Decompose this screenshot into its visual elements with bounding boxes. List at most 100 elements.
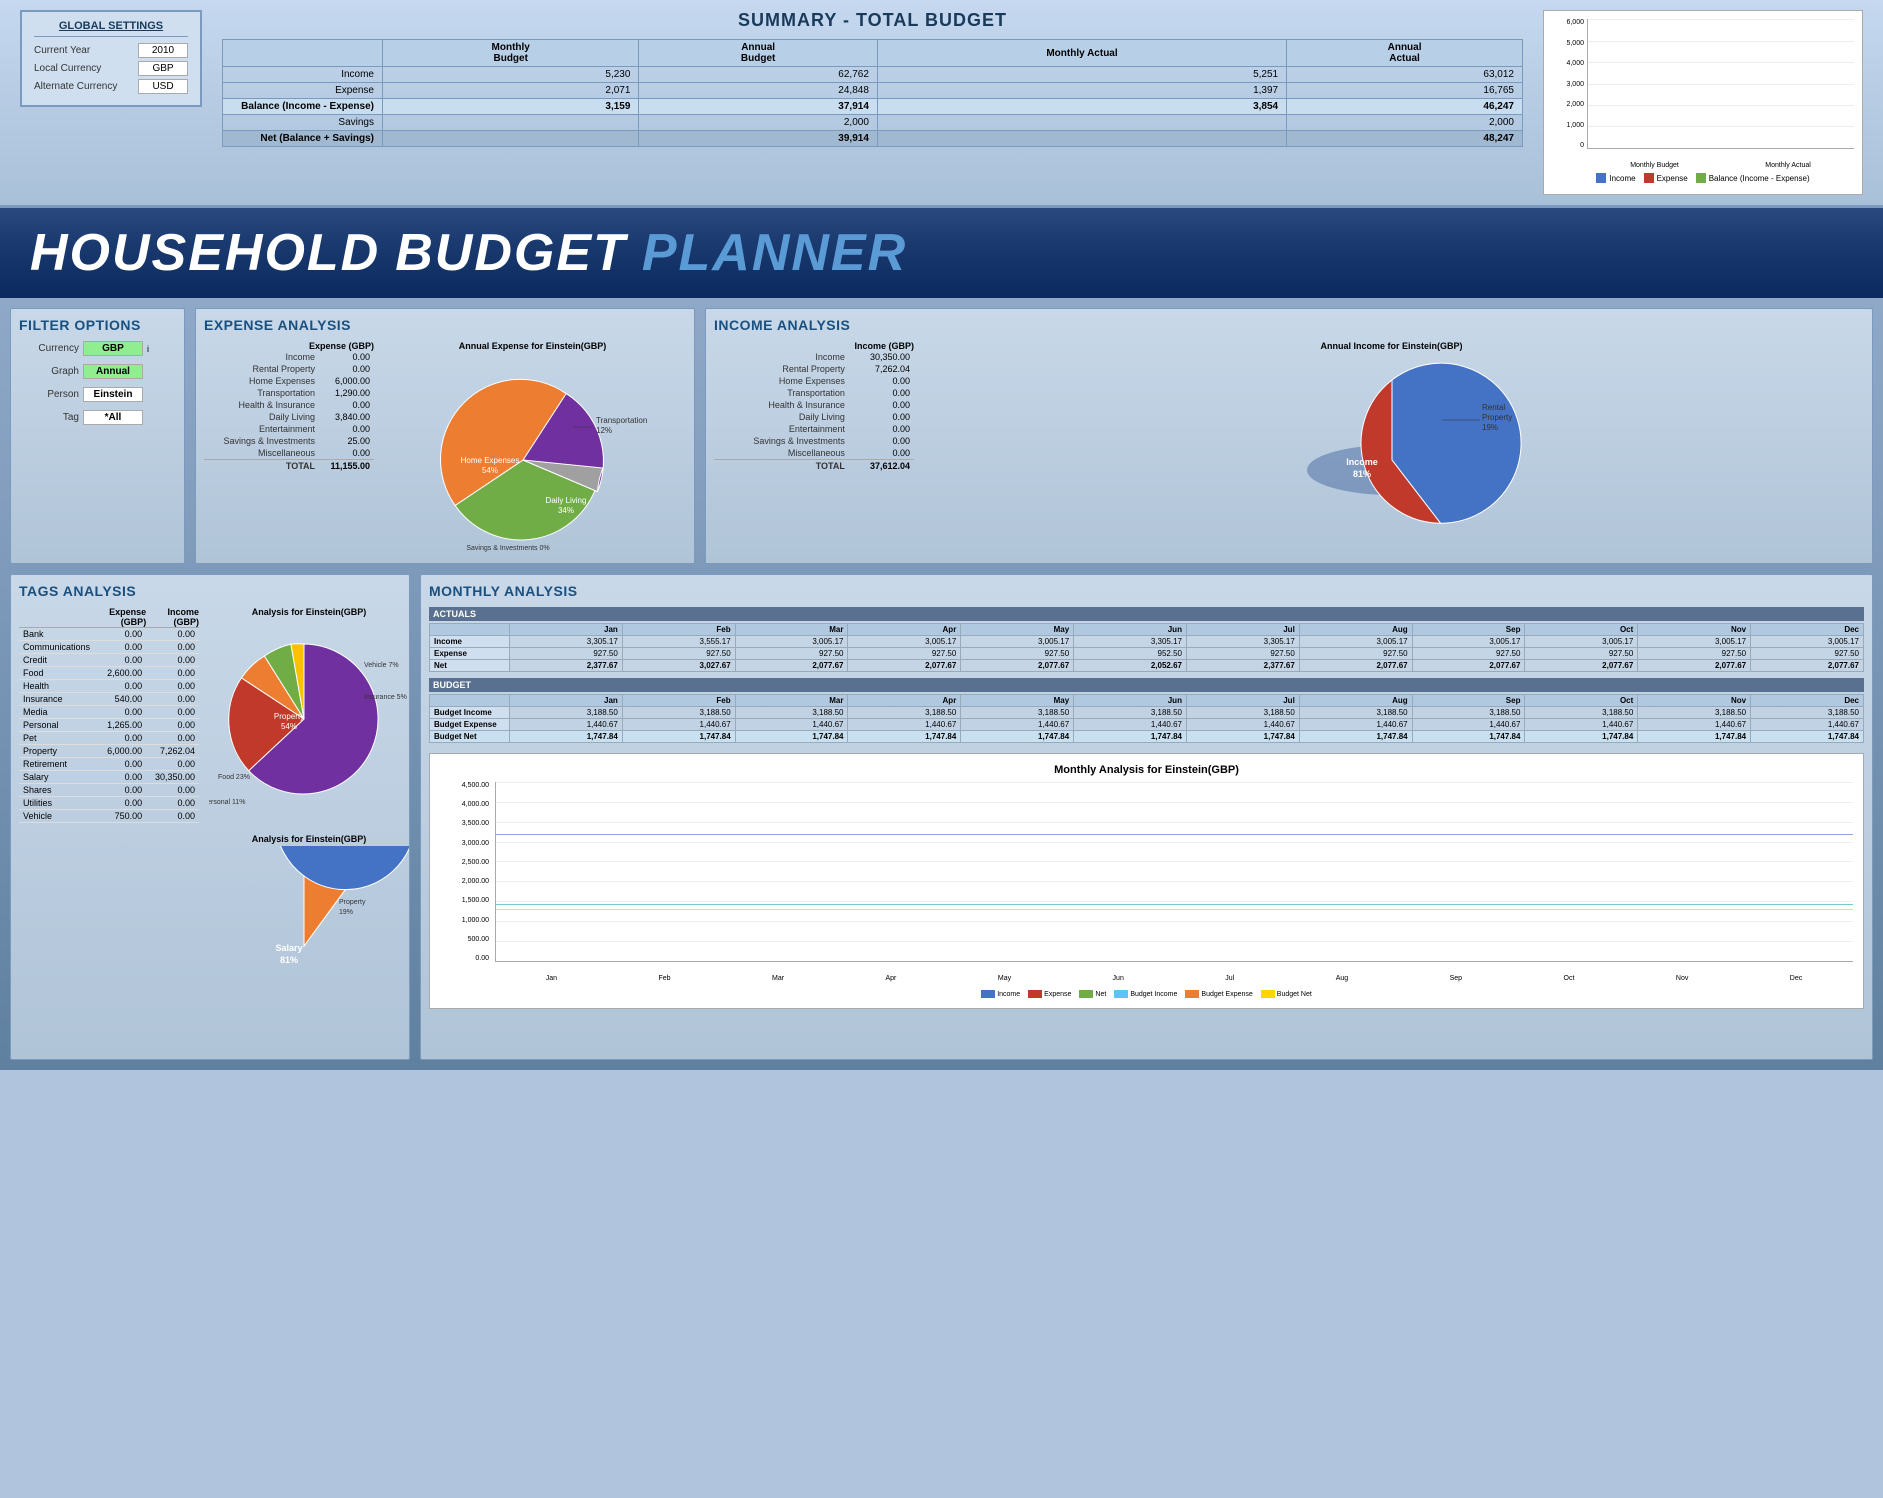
summary-title: SUMMARY - TOTAL BUDGET (222, 10, 1523, 31)
expense-analysis-title: EXPENSE ANALYSIS (204, 317, 686, 333)
tags-col-expense: Expense (GBP) (94, 607, 146, 628)
expense-row-total: TOTAL11,155.00 (204, 460, 374, 473)
svg-text:81%: 81% (280, 955, 298, 965)
budget-col-dec: Dec (1751, 695, 1864, 707)
svg-text:54%: 54% (281, 722, 297, 731)
actuals-table: JanFebMarAprMayJunJulAugSepOctNovDec Inc… (429, 623, 1864, 672)
chart-legend: Income Expense Balance (Income - Expense… (1552, 173, 1854, 183)
budget-net-row: Budget Net 1,747.841,747.841,747.841,747… (430, 731, 1864, 743)
legend-label-net-m: Net (1095, 991, 1106, 998)
expense-row-transport: Transportation1,290.00 (204, 387, 374, 399)
expense-pie-section: Annual Expense for Einstein(GBP) (379, 341, 686, 555)
tag-row-credit: Credit0.000.00 (19, 654, 199, 667)
bottom-panels-row: TAGS ANALYSIS Expense (GBP) Income (GBP) (10, 574, 1873, 1060)
budget-header: BUDGET (429, 678, 1864, 692)
filter-currency-value[interactable]: GBP (83, 341, 143, 356)
income-row-misc: Miscellaneous0.00 (714, 447, 914, 460)
tags-pie1: Analysis for Einstein(GBP) Property (209, 607, 409, 824)
monthly-chart-legend: Income Expense Net Budget Income (440, 990, 1853, 998)
tag-row-salary: Salary0.0030,350.00 (19, 771, 199, 784)
tags-analysis-title: TAGS ANALYSIS (19, 583, 401, 599)
svg-text:19%: 19% (339, 909, 353, 916)
legend-income: Income (1596, 173, 1635, 183)
title-household: HOUSEHOLD (30, 223, 380, 283)
actuals-col-sep: Sep (1412, 624, 1525, 636)
filter-graph-label: Graph (19, 366, 79, 377)
tag-row-pet: Pet0.000.00 (19, 732, 199, 745)
x-label-monthly-actual: Monthly Actual (1765, 162, 1811, 169)
income-pie-chart: Income 81% Rental Property 19% (1252, 355, 1532, 555)
tags-col-income: Income (GBP) (146, 607, 199, 628)
expense-table-section: Expense (GBP) Income0.00 Rental Property… (204, 341, 374, 555)
legend-label-expense-m: Expense (1044, 991, 1071, 998)
svg-text:Food 23%: Food 23% (218, 774, 250, 781)
svg-text:12%: 12% (596, 426, 612, 435)
tag-row-retirement: Retirement0.000.00 (19, 758, 199, 771)
budget-col-may: May (961, 695, 1074, 707)
filter-tag-label: Tag (19, 412, 79, 423)
legend-dot-bn-m (1261, 990, 1275, 998)
actuals-col-dec: Dec (1751, 624, 1864, 636)
income-row-income: Income30,350.00 (714, 351, 914, 363)
gs-row-year: Current Year 2010 (34, 43, 188, 58)
filter-person-row: Person Einstein (19, 387, 176, 402)
expense-chart-title: Annual Expense for Einstein(GBP) (459, 341, 607, 351)
tag-row-property: Property6,000.007,262.04 (19, 745, 199, 758)
income-table: Income (GBP) Income30,350.00 Rental Prop… (714, 341, 914, 472)
filter-tag-value[interactable]: *All (83, 410, 143, 425)
legend-income-m: Income (981, 990, 1020, 998)
actuals-col-mar: Mar (735, 624, 848, 636)
expense-row-income: Income0.00 (204, 351, 374, 363)
actuals-col-feb: Feb (622, 624, 735, 636)
actuals-col-label (430, 624, 510, 636)
table-row-net: Net (Balance + Savings) 39,91448,247 (223, 131, 1523, 147)
tag-row-bank: Bank0.000.00 (19, 628, 199, 641)
budget-expense-row: Budget Expense 1,440.671,440.671,440.671… (430, 719, 1864, 731)
actuals-col-apr: Apr (848, 624, 961, 636)
legend-dot-expense-m (1028, 990, 1042, 998)
budget-col-jun: Jun (1074, 695, 1187, 707)
table-row-balance: Balance (Income - Expense) 3,15937,9143,… (223, 99, 1523, 115)
gs-label-year: Current Year (34, 45, 134, 56)
filter-person-value[interactable]: Einstein (83, 387, 143, 402)
legend-label-balance: Balance (Income - Expense) (1709, 174, 1810, 183)
tag-row-media: Media0.000.00 (19, 706, 199, 719)
tag-row-shares: Shares0.000.00 (19, 784, 199, 797)
actuals-expense-row: Expense 927.50927.50927.50927.50927.5095… (430, 648, 1864, 660)
summary-table: MonthlyBudget AnnualBudget Monthly Actua… (222, 39, 1523, 147)
tags-pie2: Analysis for Einstein(GBP) Salary 81% Pr… (209, 834, 409, 1051)
filter-graph-value[interactable]: Annual (83, 364, 143, 379)
legend-dot-income-m (981, 990, 995, 998)
gs-value-alt-currency[interactable]: USD (138, 79, 188, 94)
monthly-chart-title: Monthly Analysis for Einstein(GBP) (440, 764, 1853, 776)
expense-analysis-inner: Expense (GBP) Income0.00 Rental Property… (204, 341, 686, 555)
tags-inner: Expense (GBP) Income (GBP) Bank0.000.00 … (19, 607, 401, 1051)
expense-row-rental: Rental Property0.00 (204, 363, 374, 375)
budget-col-jul: Jul (1186, 695, 1299, 707)
budget-col-jan: Jan (510, 695, 623, 707)
filter-currency-row: Currency GBP i (19, 341, 176, 356)
gs-value-year[interactable]: 2010 (138, 43, 188, 58)
svg-text:54%: 54% (481, 466, 497, 475)
title-banner: HOUSEHOLD BUDGET PLANNER (0, 208, 1883, 298)
monthly-analysis-panel: MONTHLY ANALYSIS ACTUALS JanFebMarAprMay… (420, 574, 1873, 1060)
tag-pie2-salary: Salary (275, 943, 302, 953)
table-row-savings: Savings 2,0002,000 (223, 115, 1523, 131)
x-axis-months: JanFebMarAprMayJunJulAugSepOctNovDec (495, 975, 1853, 982)
legend-net-m: Net (1079, 990, 1106, 998)
filter-options-title: FILTER OPTIONS (19, 317, 176, 333)
col-monthly-actual: Monthly Actual (877, 40, 1286, 67)
actuals-col-jun: Jun (1074, 624, 1187, 636)
income-row-savings: Savings & Investments0.00 (714, 435, 914, 447)
gs-value-currency[interactable]: GBP (138, 61, 188, 76)
svg-text:19%: 19% (1482, 423, 1498, 432)
legend-expense-m: Expense (1028, 990, 1071, 998)
filter-person-label: Person (19, 389, 79, 400)
legend-label-expense: Expense (1657, 174, 1688, 183)
tags-pie-section: Analysis for Einstein(GBP) Property (209, 607, 409, 1051)
income-row-transport: Transportation0.00 (714, 387, 914, 399)
legend-dot-expense (1644, 173, 1654, 183)
legend-dot-balance (1696, 173, 1706, 183)
gs-label-alt-currency: Alternate Currency (34, 81, 134, 92)
budget-col-mar: Mar (735, 695, 848, 707)
